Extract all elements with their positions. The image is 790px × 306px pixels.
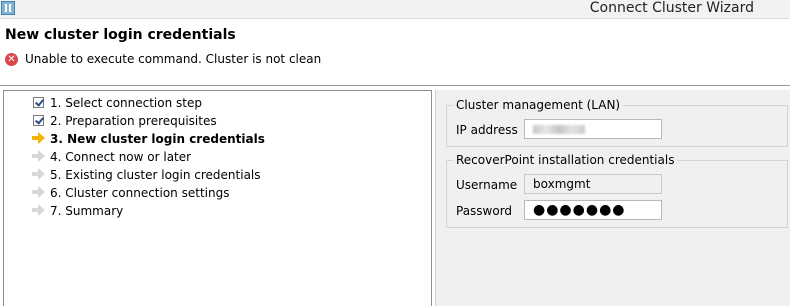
cluster-management-group: Cluster management (LAN) IP address bbox=[446, 98, 788, 147]
step-label: 3. New cluster login credentials bbox=[50, 132, 265, 146]
group-title: RecoverPoint installation credentials bbox=[453, 153, 678, 167]
username-label: Username bbox=[456, 178, 518, 192]
page-title: New cluster login credentials bbox=[5, 27, 236, 43]
error-icon: ✕ bbox=[5, 53, 18, 66]
ip-address-input[interactable] bbox=[524, 119, 662, 139]
window-title: Connect Cluster Wizard bbox=[589, 0, 754, 16]
password-label: Password bbox=[456, 204, 513, 218]
app-icon bbox=[1, 1, 15, 15]
title-bar: Connect Cluster Wizard bbox=[0, 0, 790, 19]
credentials-group: RecoverPoint installation credentials Us… bbox=[446, 153, 788, 228]
settings-panel: Cluster management (LAN) IP address Reco… bbox=[435, 90, 790, 306]
ip-address-label: IP address bbox=[456, 123, 518, 137]
steps-panel: 1. Select connection step 2. Preparation… bbox=[3, 90, 432, 306]
step-label: 4. Connect now or later bbox=[50, 150, 192, 164]
step-label: 5. Existing cluster login credentials bbox=[50, 168, 261, 182]
arrow-right-icon bbox=[32, 186, 45, 198]
step-label: 1. Select connection step bbox=[50, 96, 202, 110]
wizard-header: New cluster login credentials ✕ Unable t… bbox=[0, 19, 790, 85]
arrow-right-icon bbox=[32, 132, 45, 144]
arrow-right-icon bbox=[32, 168, 45, 180]
checkbox-checked-icon bbox=[33, 97, 44, 108]
username-field: boxmgmt bbox=[524, 174, 662, 194]
checkbox-checked-icon bbox=[33, 115, 44, 126]
redacted-ip-value bbox=[533, 125, 585, 134]
group-title: Cluster management (LAN) bbox=[453, 98, 624, 112]
header-divider bbox=[0, 85, 790, 86]
error-message: Unable to execute command. Cluster is no… bbox=[25, 52, 322, 66]
step-label: 2. Preparation prerequisites bbox=[50, 114, 217, 128]
step-label: 6. Cluster connection settings bbox=[50, 186, 230, 200]
arrow-right-icon bbox=[32, 150, 45, 162]
step-label: 7. Summary bbox=[50, 204, 124, 218]
arrow-right-icon bbox=[32, 204, 45, 216]
password-input[interactable]: ●●●●●●● bbox=[524, 200, 662, 220]
